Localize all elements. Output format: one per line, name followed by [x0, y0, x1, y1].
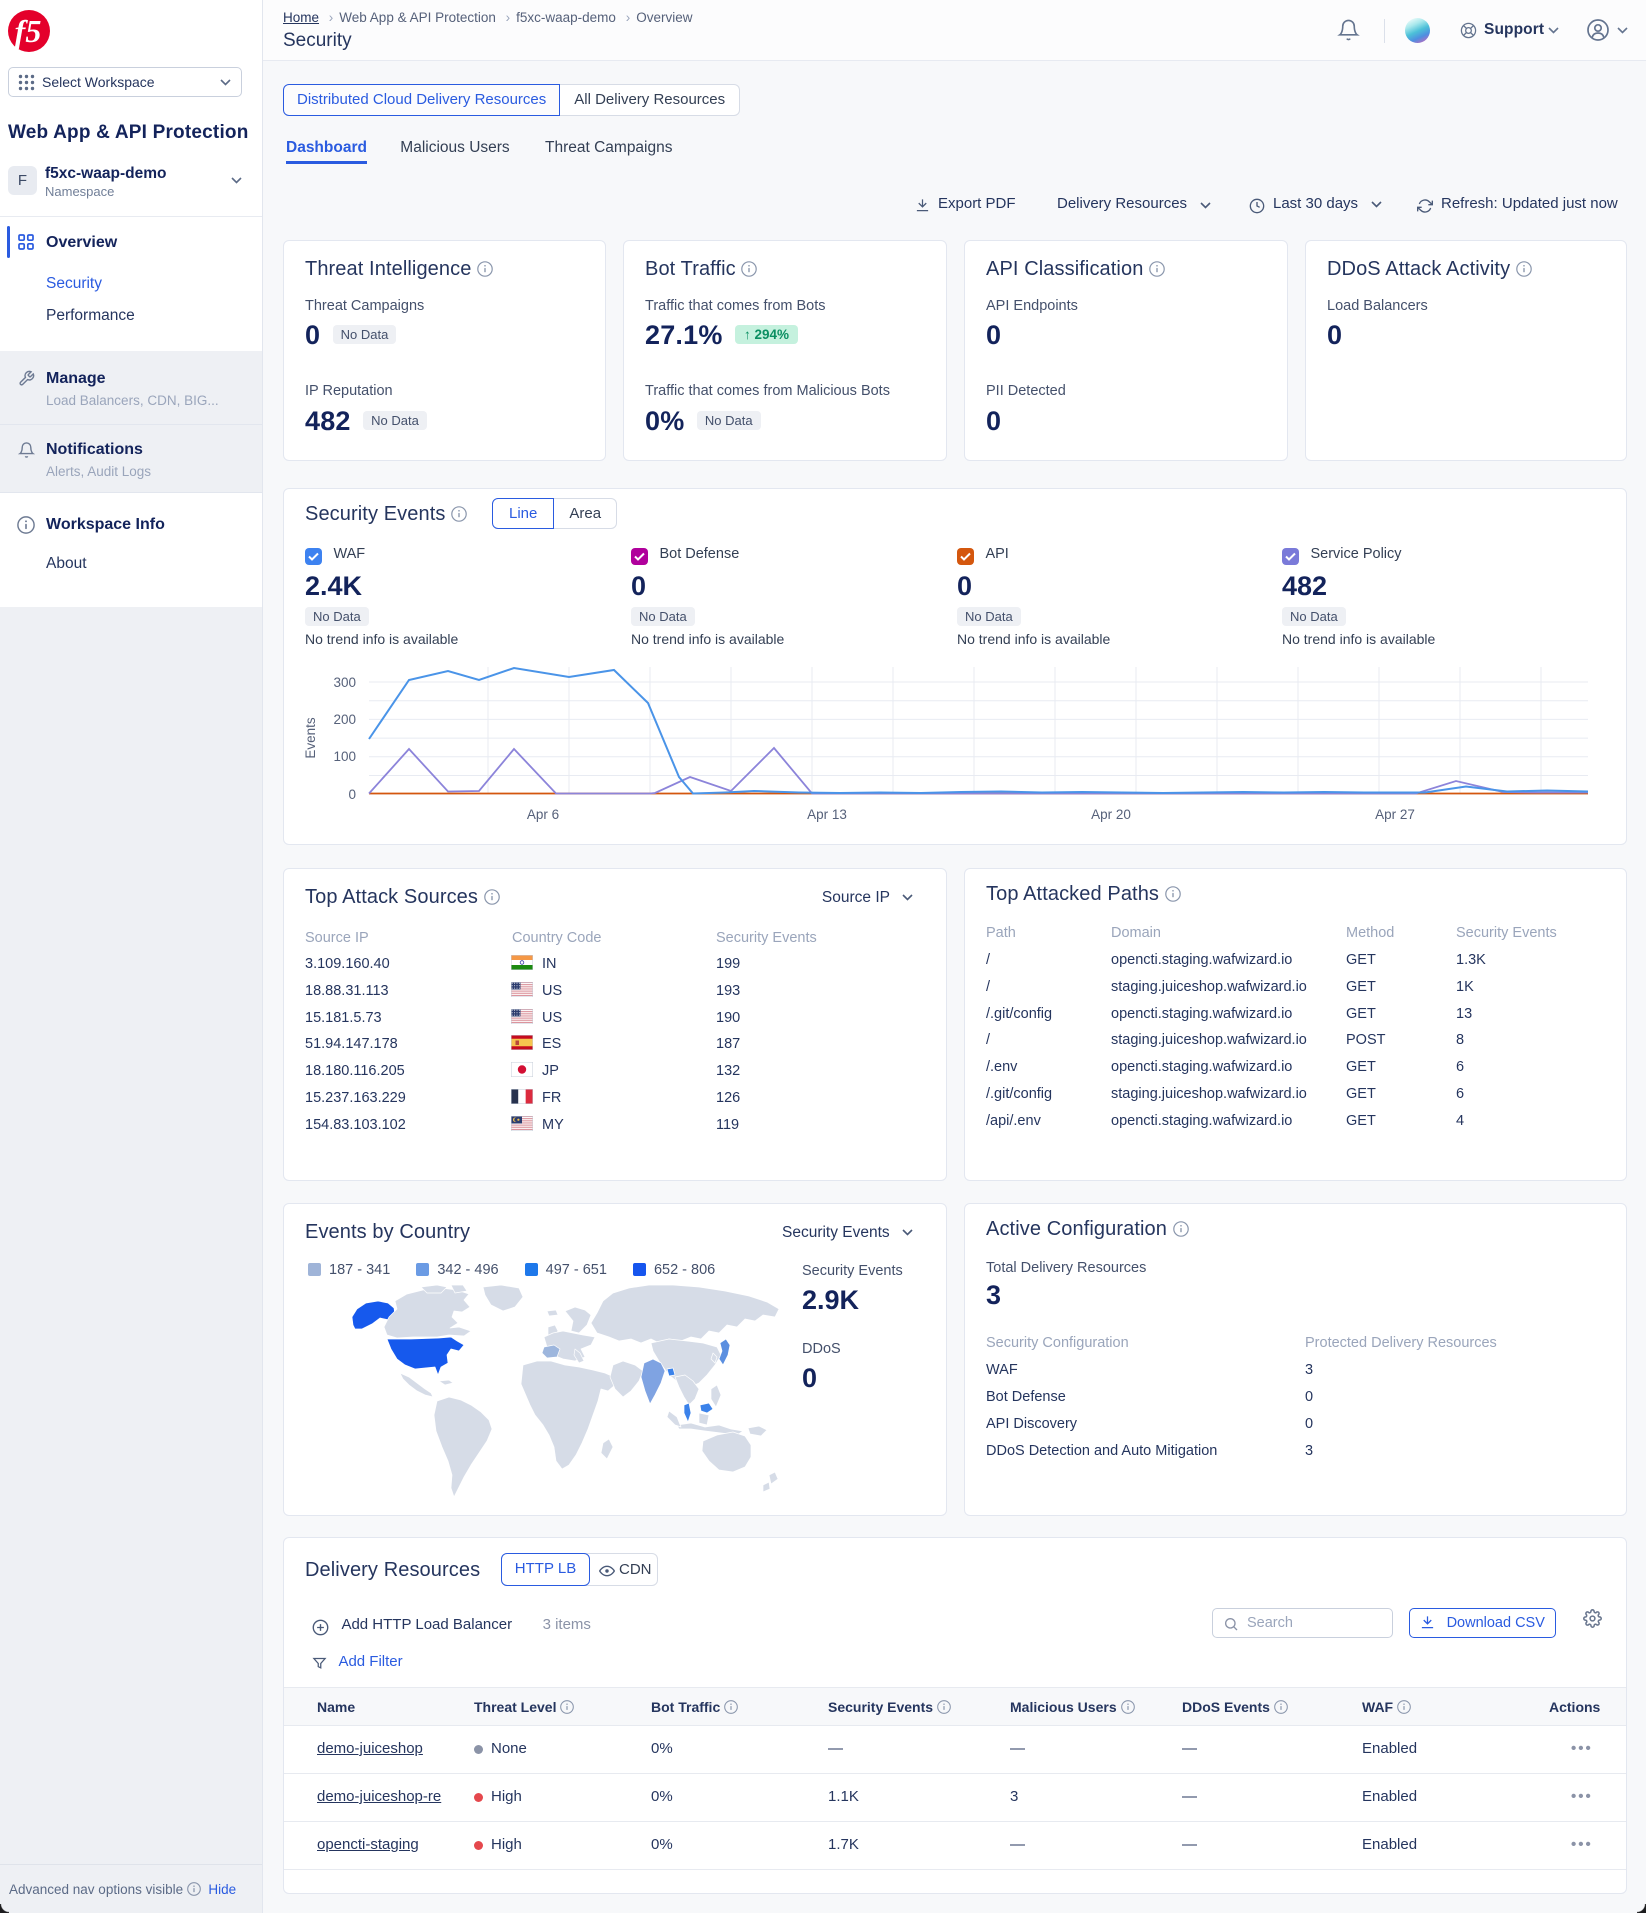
svg-text:f5: f5 [15, 13, 42, 49]
svg-text:Events: Events [303, 717, 318, 759]
svg-text:100: 100 [333, 749, 356, 764]
svg-text:Apr 27: Apr 27 [1375, 807, 1415, 822]
svg-text:200: 200 [333, 712, 356, 727]
svg-text:Apr 13: Apr 13 [807, 807, 847, 822]
svg-text:Apr 20: Apr 20 [1091, 807, 1131, 822]
svg-text:Apr 6: Apr 6 [527, 807, 559, 822]
svg-text:0: 0 [348, 787, 356, 802]
svg-text:300: 300 [333, 675, 356, 690]
